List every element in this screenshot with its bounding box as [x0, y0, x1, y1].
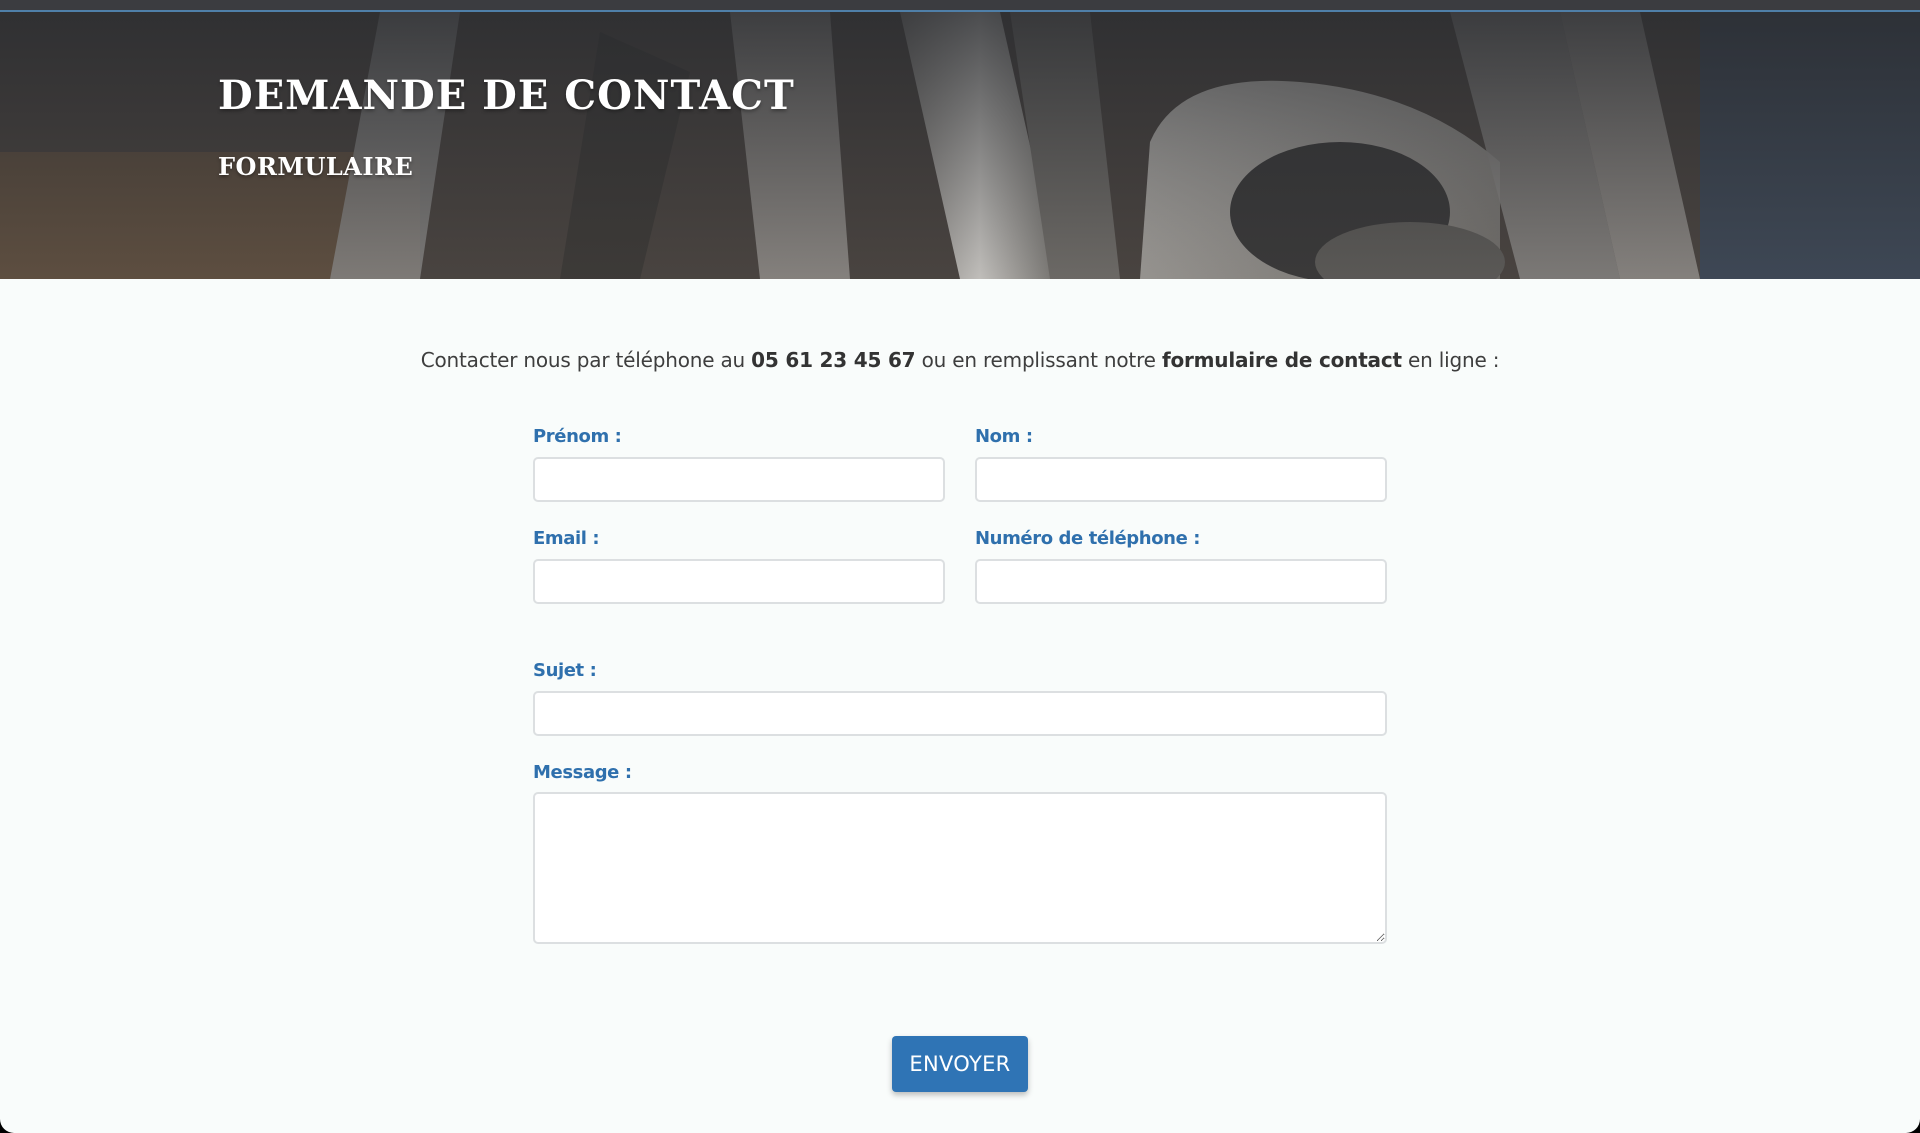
intro-middle: ou en remplissant notre [921, 348, 1156, 372]
hero-banner: DEMANDE DE CONTACT FORMULAIRE [0, 12, 1920, 279]
last-name-input[interactable] [975, 457, 1387, 502]
contact-intro: Contacter nous par téléphone au 05 61 23… [0, 348, 1920, 372]
contact-page: DEMANDE DE CONTACT FORMULAIRE Contacter … [0, 0, 1920, 1133]
send-button[interactable]: ENVOYER [892, 1036, 1028, 1092]
hero-overlay [0, 12, 1920, 279]
phone-label: Numéro de téléphone : [975, 528, 1201, 549]
phone-number: 05 61 23 45 67 [751, 348, 916, 372]
first-name-label: Prénom : [533, 426, 622, 447]
first-name-input[interactable] [533, 457, 945, 502]
subject-input[interactable] [533, 691, 1387, 736]
email-input[interactable] [533, 559, 945, 604]
intro-suffix: en ligne : [1408, 348, 1500, 372]
phone-input[interactable] [975, 559, 1387, 604]
message-textarea[interactable] [533, 792, 1387, 944]
last-name-label: Nom : [975, 426, 1033, 447]
page-subtitle: FORMULAIRE [218, 152, 414, 181]
subject-label: Sujet : [533, 660, 597, 681]
intro-prefix: Contacter nous par téléphone au [420, 348, 745, 372]
page-title: DEMANDE DE CONTACT [218, 72, 795, 119]
top-divider [0, 0, 1920, 12]
email-label: Email : [533, 528, 600, 549]
contact-form-text: formulaire de contact [1161, 348, 1402, 372]
message-label: Message : [533, 762, 632, 783]
